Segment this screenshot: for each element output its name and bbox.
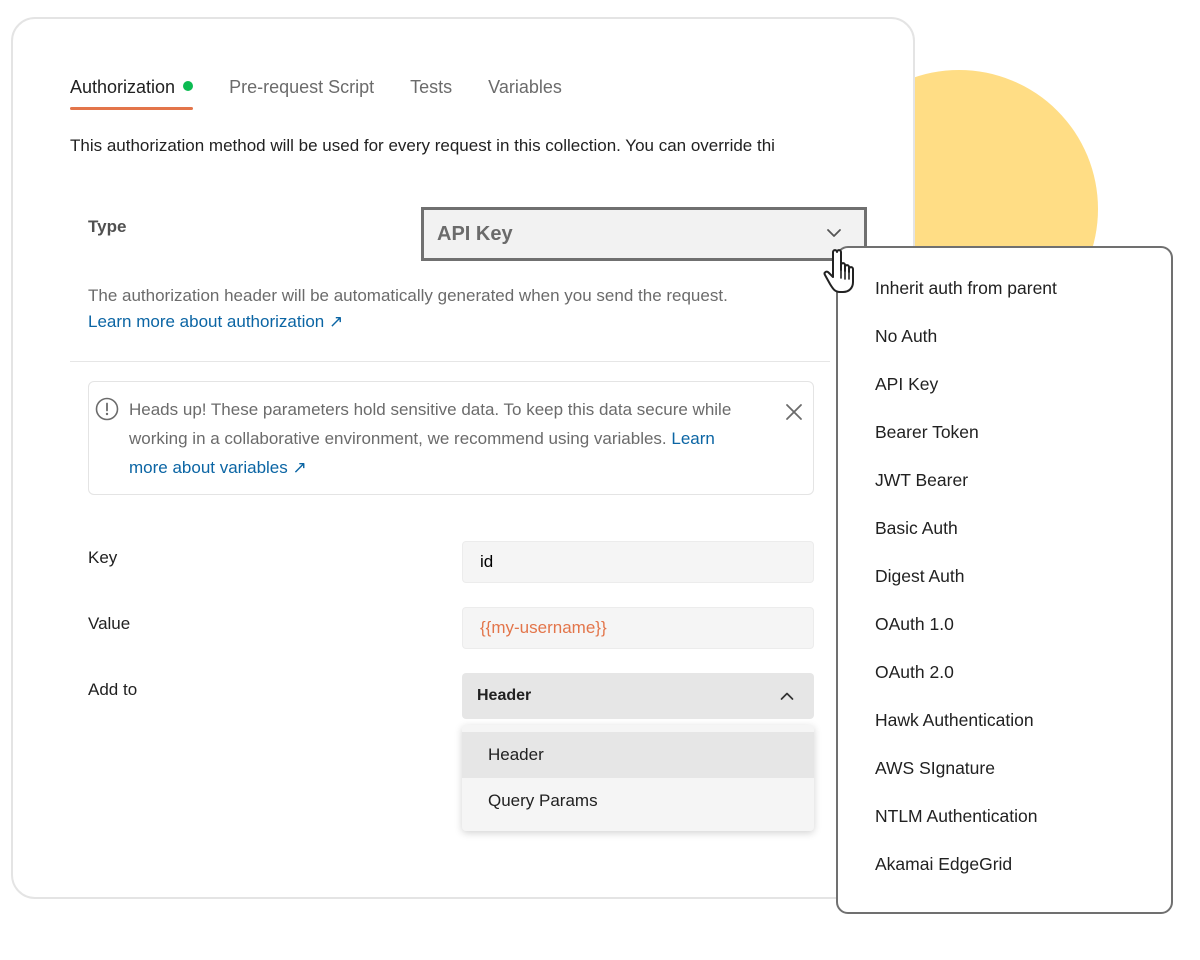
auth-option[interactable]: OAuth 1.0 xyxy=(875,614,954,635)
tab-authorization[interactable]: Authorization xyxy=(70,77,194,110)
value-input[interactable] xyxy=(462,607,814,649)
add-to-option-query-params[interactable]: Query Params xyxy=(462,778,814,824)
intro-text: This authorization method will be used f… xyxy=(70,136,775,155)
auth-option[interactable]: AWS SIgnature xyxy=(875,758,995,779)
auth-option[interactable]: Hawk Authentication xyxy=(875,710,1034,731)
add-to-select[interactable]: Header xyxy=(462,673,814,719)
add-to-label: Add to xyxy=(88,680,138,699)
auth-option[interactable]: Bearer Token xyxy=(875,422,979,443)
key-label: Key xyxy=(88,548,118,567)
auth-type-select[interactable]: API Key xyxy=(421,207,867,261)
tab-authorization-label: Authorization xyxy=(70,77,176,97)
alert-text-block: Heads up! These parameters hold sensitiv… xyxy=(129,395,749,482)
sensitive-data-alert: Heads up! These parameters hold sensitiv… xyxy=(88,381,814,495)
auth-option[interactable]: OAuth 2.0 xyxy=(875,662,954,683)
auth-option[interactable]: JWT Bearer xyxy=(875,470,968,491)
alert-message: Heads up! These parameters hold sensitiv… xyxy=(129,400,732,448)
close-icon[interactable] xyxy=(783,401,805,423)
auth-option[interactable]: Inherit auth from parent xyxy=(875,278,1057,299)
auth-help: The authorization header will be automat… xyxy=(88,283,728,335)
chevron-up-icon xyxy=(780,692,794,700)
auth-type-value: API Key xyxy=(437,222,513,245)
value-label: Value xyxy=(88,614,131,633)
auth-option[interactable]: API Key xyxy=(875,374,938,395)
tab-tests[interactable]: Tests xyxy=(410,77,452,108)
learn-auth-link[interactable]: Learn more about authorization ↗ xyxy=(88,309,728,335)
hand-cursor-icon xyxy=(823,249,854,293)
add-to-option-header[interactable]: Header xyxy=(462,732,814,778)
auth-option[interactable]: Basic Auth xyxy=(875,518,958,539)
add-to-menu: Header Query Params xyxy=(462,725,814,831)
info-icon xyxy=(95,397,119,421)
chevron-down-icon xyxy=(827,229,841,237)
tab-pre-request-script[interactable]: Pre-request Script xyxy=(229,77,374,108)
auth-type-menu: Inherit auth from parent No Auth API Key… xyxy=(836,246,1173,914)
key-input[interactable] xyxy=(462,541,814,583)
add-to-value: Header xyxy=(477,687,532,704)
auth-option[interactable]: Akamai EdgeGrid xyxy=(875,854,1012,875)
auth-help-text: The authorization header will be automat… xyxy=(88,286,728,305)
type-label: Type xyxy=(88,217,127,236)
auth-option[interactable]: Digest Auth xyxy=(875,566,965,587)
tab-bar: Authorization Pre-request Script Tests V… xyxy=(70,77,598,110)
auth-option[interactable]: No Auth xyxy=(875,326,937,347)
auth-settings-card: Authorization Pre-request Script Tests V… xyxy=(11,17,915,899)
divider xyxy=(70,361,830,362)
tab-variables[interactable]: Variables xyxy=(488,77,562,108)
auth-option[interactable]: NTLM Authentication xyxy=(875,806,1037,827)
status-dot-icon xyxy=(183,81,194,91)
